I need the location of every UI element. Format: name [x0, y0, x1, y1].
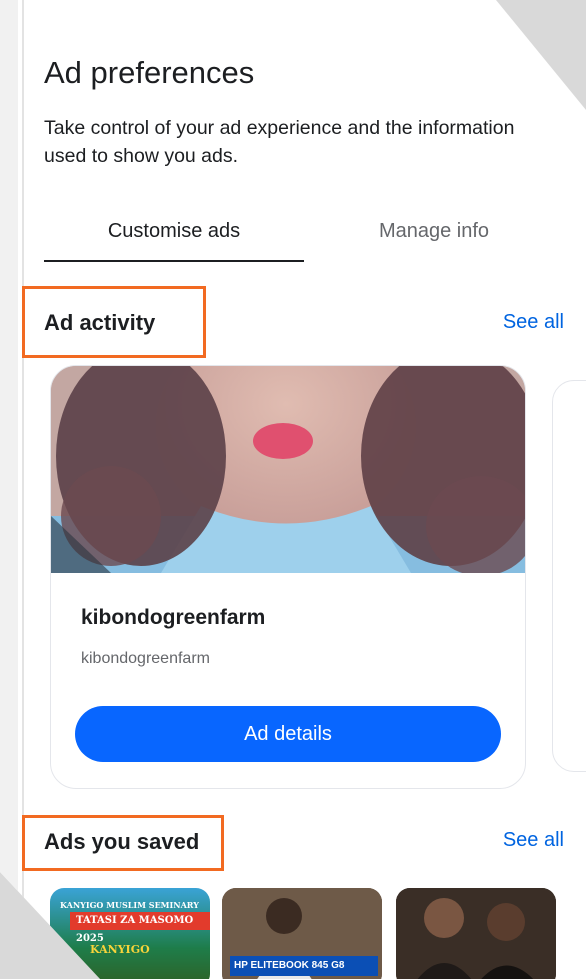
saved-ad-text: KANYIGO MUSLIM SEMINARY: [60, 900, 199, 910]
ad-activity-see-all-link[interactable]: See all: [503, 311, 564, 334]
tab-bar: Customise ads Manage info: [44, 212, 564, 262]
ads-saved-see-all-link[interactable]: See all: [503, 829, 564, 852]
saved-ad-thumbnail[interactable]: [396, 888, 556, 979]
saved-ad-text: KANYIGO: [90, 943, 150, 956]
ad-activity-heading: Ad activity: [44, 310, 156, 335]
ad-image-illustration: [51, 366, 525, 573]
tab-manage-info[interactable]: Manage info: [344, 212, 524, 260]
people-photo: [396, 888, 556, 979]
advertiser-handle: kibondogreenfarm: [81, 650, 210, 667]
saved-ad-thumbnail[interactable]: KANYIGO MUSLIM SEMINARY TATASI ZA MASOMO…: [50, 888, 210, 979]
page-title: Ad preferences: [44, 55, 255, 90]
saved-ad-text: TATASI ZA MASOMO 2025: [70, 912, 210, 944]
saved-ad-thumbnail[interactable]: HP ELITEBOOK 845 G8: [222, 888, 382, 979]
ad-thumbnail-image: [51, 366, 525, 573]
advertiser-name: kibondogreenfarm: [81, 606, 266, 629]
ad-activity-card[interactable]: kibondogreenfarm kibondogreenfarm Ad det…: [50, 365, 526, 789]
saved-ad-caption: HP ELITEBOOK 845 G8: [230, 956, 378, 976]
ad-preferences-screen: Ad preferences Take control of your ad e…: [0, 0, 586, 979]
tab-customise-ads[interactable]: Customise ads: [44, 212, 304, 262]
ads-saved-heading: Ads you saved: [44, 829, 200, 854]
left-edge-bar: [0, 0, 18, 979]
next-ad-card-peek[interactable]: [552, 380, 586, 772]
ad-details-button[interactable]: Ad details: [75, 706, 501, 762]
page-subtitle: Take control of your ad experience and t…: [44, 117, 515, 167]
